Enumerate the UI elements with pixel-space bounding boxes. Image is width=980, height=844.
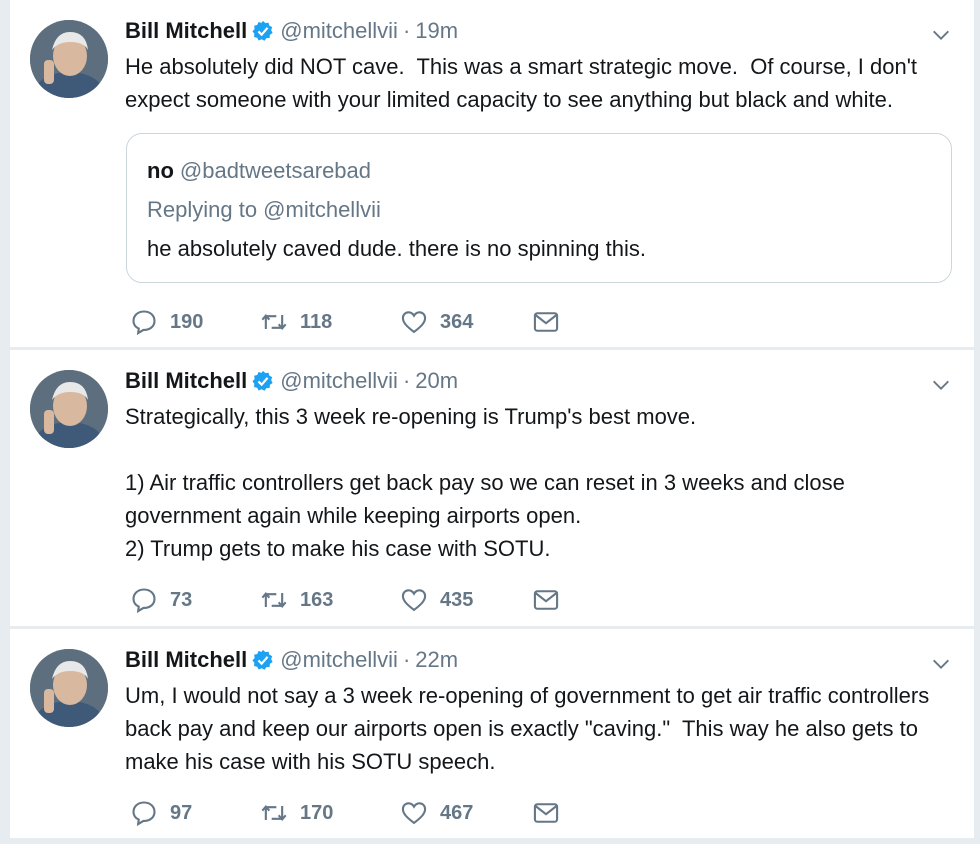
quoted-tweet-header: no @badtweetsarebad xyxy=(147,158,371,184)
retweet-count: 163 xyxy=(300,588,334,611)
like-button[interactable]: 467 xyxy=(400,799,532,827)
retweet-count: 170 xyxy=(300,801,334,824)
author-handle[interactable]: @mitchellvii xyxy=(280,647,398,673)
timestamp[interactable]: 20m xyxy=(415,368,458,394)
tweet-actions: 97 170 467 xyxy=(130,798,572,828)
quoted-tweet[interactable]: no @badtweetsarebad Replying to @mitchell… xyxy=(126,133,952,283)
reply-count: 73 xyxy=(170,588,193,611)
tweet-header: Bill Mitchell @mitchellvii · 19m xyxy=(125,18,458,44)
envelope-icon xyxy=(533,312,559,332)
timestamp[interactable]: 19m xyxy=(415,18,458,44)
tweet[interactable]: Bill Mitchell @mitchellvii · 20m Strateg… xyxy=(10,350,974,626)
chevron-down-icon[interactable] xyxy=(930,24,952,46)
tweet-header: Bill Mitchell @mitchellvii · 22m xyxy=(125,647,458,673)
reply-icon xyxy=(132,310,156,336)
tweet-actions: 73 163 435 xyxy=(130,585,572,615)
verified-badge-icon xyxy=(252,20,273,41)
like-count: 364 xyxy=(440,310,474,333)
direct-message-button[interactable] xyxy=(532,799,572,827)
heart-icon xyxy=(401,589,427,612)
tweet-header: Bill Mitchell @mitchellvii · 20m xyxy=(125,368,458,394)
like-count: 435 xyxy=(440,588,474,611)
chevron-down-icon[interactable] xyxy=(930,653,952,675)
quoted-author-name: no xyxy=(147,158,174,183)
timestamp[interactable]: 22m xyxy=(415,647,458,673)
avatar-image xyxy=(30,20,108,98)
heart-icon xyxy=(401,802,427,825)
direct-message-button[interactable] xyxy=(532,308,572,336)
retweet-icon xyxy=(261,804,287,822)
reply-button[interactable]: 73 xyxy=(130,586,260,614)
heart-icon xyxy=(401,311,427,334)
avatar-image xyxy=(30,370,108,448)
verified-badge-icon xyxy=(252,370,273,391)
quoted-tweet-text: he absolutely caved dude. there is no sp… xyxy=(147,236,646,261)
reply-count: 190 xyxy=(170,310,204,333)
author-handle[interactable]: @mitchellvii xyxy=(280,368,398,394)
chevron-down-icon[interactable] xyxy=(930,374,952,396)
verified-badge-icon xyxy=(252,649,273,670)
author-name[interactable]: Bill Mitchell xyxy=(125,18,247,44)
replying-to[interactable]: Replying to @mitchellvii xyxy=(147,197,381,223)
retweet-button[interactable]: 118 xyxy=(260,308,400,336)
envelope-icon xyxy=(533,803,559,823)
tweet[interactable]: Bill Mitchell @mitchellvii · 19m He abso… xyxy=(10,0,974,347)
tweet[interactable]: Bill Mitchell @mitchellvii · 22m Um, I w… xyxy=(10,629,974,838)
reply-button[interactable]: 190 xyxy=(130,308,260,336)
tweet-text: Strategically, this 3 week re-opening is… xyxy=(125,404,845,561)
retweet-icon xyxy=(261,313,287,331)
tweet-text: Um, I would not say a 3 week re-opening … xyxy=(125,683,936,774)
separator-dot: · xyxy=(402,18,411,43)
retweet-button[interactable]: 163 xyxy=(260,586,400,614)
direct-message-button[interactable] xyxy=(532,586,572,614)
avatar[interactable] xyxy=(30,649,108,727)
quoted-author-handle: @badtweetsarebad xyxy=(179,158,372,183)
retweet-icon xyxy=(261,591,287,609)
separator-dot: · xyxy=(402,368,411,393)
like-button[interactable]: 364 xyxy=(400,308,532,336)
like-count: 467 xyxy=(440,801,474,824)
retweet-count: 118 xyxy=(300,310,333,333)
reply-icon xyxy=(132,588,156,614)
author-name[interactable]: Bill Mitchell xyxy=(125,368,247,394)
tweet-text: He absolutely did NOT cave. This was a s… xyxy=(125,54,924,112)
avatar[interactable] xyxy=(30,20,108,98)
like-button[interactable]: 435 xyxy=(400,586,532,614)
tweet-actions: 190 118 364 xyxy=(130,307,572,337)
author-name[interactable]: Bill Mitchell xyxy=(125,647,247,673)
author-handle[interactable]: @mitchellvii xyxy=(280,18,398,44)
reply-icon xyxy=(132,801,156,827)
avatar[interactable] xyxy=(30,370,108,448)
reply-count: 97 xyxy=(170,801,193,824)
separator-dot: · xyxy=(402,647,411,672)
envelope-icon xyxy=(533,590,559,610)
avatar-image xyxy=(30,649,108,727)
reply-button[interactable]: 97 xyxy=(130,799,260,827)
retweet-button[interactable]: 170 xyxy=(260,799,400,827)
